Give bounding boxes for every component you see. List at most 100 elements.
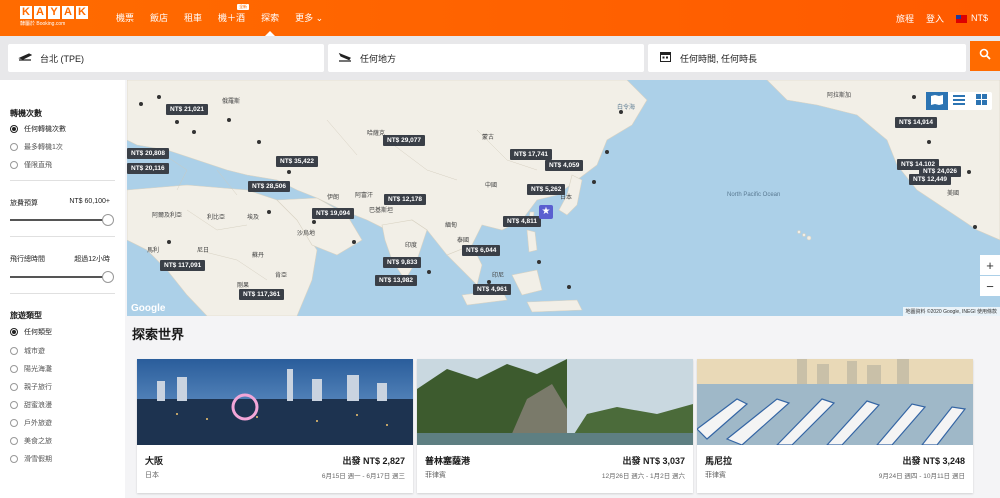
price-pin[interactable]: NT$ 28,506 [248, 181, 290, 192]
map-label: 阿富汗 [355, 193, 374, 199]
destination-dot[interactable] [592, 180, 596, 184]
destination-dot[interactable] [927, 140, 931, 144]
destination-dot[interactable] [287, 170, 291, 174]
map-label: 中國 [485, 183, 498, 189]
type-option-outdoor[interactable]: 戶外旅遊 [10, 418, 52, 428]
destination-dot[interactable] [912, 95, 916, 99]
destination-card-puerto-princesa[interactable]: 普林塞薩港 菲律賓 出發 NT$ 3,037 12月26日 週六 - 1月2日 … [417, 359, 693, 493]
currency-label: NT$ [970, 13, 988, 23]
price-pin[interactable]: NT$ 12,449 [909, 174, 951, 185]
destination-dot[interactable] [139, 102, 143, 106]
type-option-family[interactable]: 親子旅行 [10, 382, 52, 392]
map-view-icon [931, 92, 943, 110]
destination-dot[interactable] [567, 285, 571, 289]
destination-dot[interactable] [192, 130, 196, 134]
destination-dot[interactable] [605, 150, 609, 154]
map-view-button[interactable] [926, 92, 948, 110]
stops-option-one[interactable]: 最多轉機1次 [10, 142, 63, 152]
price-pin[interactable]: NT$ 9,833 [383, 257, 422, 268]
destination-card-manila[interactable]: 馬尼拉 菲律賓 出發 NT$ 3,248 9月24日 週四 - 10月11日 週… [697, 359, 973, 493]
destination-dot[interactable] [619, 110, 623, 114]
price-pin[interactable]: NT$ 19,094 [312, 208, 354, 219]
zoom-in-icon: + [986, 257, 994, 273]
map-label: 巴基斯坦 [369, 208, 394, 214]
price-pin[interactable]: NT$ 5,262 [527, 184, 566, 195]
search-button[interactable] [970, 41, 1000, 71]
type-option-ski[interactable]: 滑雪假期 [10, 454, 52, 464]
zoom-in-button[interactable]: + [980, 255, 1000, 275]
nav-hotels[interactable]: 飯店 [142, 0, 176, 36]
price-pin[interactable]: NT$ 12,178 [384, 194, 426, 205]
type-option-food[interactable]: 美食之旅 [10, 436, 52, 446]
destination-dot[interactable] [257, 140, 261, 144]
map-label: 肯亞 [275, 273, 288, 279]
destination-dot[interactable] [175, 120, 179, 124]
destination-dot[interactable] [227, 118, 231, 122]
list-view-button[interactable] [948, 92, 970, 110]
trips-link[interactable]: 旅程 [896, 12, 914, 25]
radio-label: 最多轉機1次 [24, 144, 63, 151]
logo-letters: K A Y A K [20, 6, 90, 19]
destination-dot[interactable] [537, 260, 541, 264]
stops-option-any[interactable]: 任何轉機次數 [10, 124, 66, 134]
price-pin[interactable]: NT$ 35,422 [276, 156, 318, 167]
zoom-out-button[interactable]: − [980, 276, 1000, 296]
calendar-icon [658, 51, 672, 65]
destination-dot[interactable] [312, 220, 316, 224]
type-option-romance[interactable]: 甜蜜浪漫 [10, 400, 52, 410]
explore-map[interactable]: 俄羅斯 哈薩克 蒙古 中國 阿富汗 伊朗 巴基斯坦 印度 沙烏地 阿爾及利亞 利… [127, 80, 1000, 316]
card-image [137, 359, 413, 445]
logo-letter: K [76, 6, 88, 19]
dates-field[interactable]: 任何時間, 任何時長 [648, 44, 966, 72]
duration-row: 飛行總時間 超過12小時 [10, 254, 110, 264]
price-pin[interactable]: NT$ 17,741 [510, 149, 552, 160]
price-pin[interactable]: NT$ 20,808 [127, 148, 169, 159]
nav-explore[interactable]: 探索 [253, 0, 287, 36]
price-pin[interactable]: NT$ 117,361 [239, 289, 285, 300]
price-pin[interactable]: NT$ 4,961 [473, 284, 512, 295]
divider [10, 236, 115, 237]
destination-dot[interactable] [967, 170, 971, 174]
price-pin[interactable]: NT$ 29,077 [383, 135, 425, 146]
nav-cars[interactable]: 租車 [176, 0, 210, 36]
price-pin[interactable]: NT$ 117,091 [160, 260, 206, 271]
destination-field[interactable]: 任何地方 [328, 44, 644, 72]
currency-selector[interactable]: NT$ [955, 13, 988, 23]
map-label: 蘇丹 [252, 253, 265, 259]
type-option-city[interactable]: 城市遊 [10, 346, 45, 356]
grid-view-button[interactable] [970, 92, 992, 110]
destination-dot[interactable] [267, 210, 271, 214]
logo-letter: K [20, 6, 32, 19]
price-pin[interactable]: NT$ 6,044 [462, 245, 501, 256]
origin-field[interactable]: 台北 (TPE) [8, 44, 324, 72]
destination-dot[interactable] [427, 270, 431, 274]
destination-dot[interactable] [352, 240, 356, 244]
stops-option-direct[interactable]: 僅限直飛 [10, 160, 52, 170]
price-pin[interactable]: NT$ 20,116 [127, 163, 169, 174]
duration-value: 超過12小時 [74, 256, 110, 263]
destination-dot[interactable] [157, 95, 161, 99]
radio-label: 城市遊 [24, 348, 45, 355]
price-pin[interactable]: NT$ 13,982 [375, 275, 417, 286]
nav-flights[interactable]: 機票 [108, 0, 142, 36]
map-attribution[interactable]: 地圖資料 ©2020 Google, INEGI 使用條款 [902, 307, 1000, 316]
destination-dot[interactable] [167, 240, 171, 244]
login-link[interactable]: 登入 [926, 12, 944, 25]
destination-dot[interactable] [973, 225, 977, 229]
kayak-logo[interactable]: K A Y A K 隸屬於 Booking.com [20, 6, 90, 27]
duration-slider-handle[interactable] [102, 271, 114, 283]
list-view-icon [953, 92, 965, 110]
nav-packages[interactable]: 機＋酒 全新 [210, 0, 253, 36]
destination-card-osaka[interactable]: 大阪 日本 出發 NT$ 2,827 6月15日 週一 - 6月17日 週三 [137, 359, 413, 493]
budget-slider[interactable] [10, 214, 114, 226]
price-pin[interactable]: NT$ 21,021 [166, 104, 208, 115]
star-icon[interactable]: ★ [539, 205, 553, 219]
price-pin[interactable]: NT$ 4,811 [503, 216, 541, 227]
type-option-any[interactable]: 任何類型 [10, 327, 52, 337]
price-pin[interactable]: NT$ 14,914 [895, 117, 937, 128]
type-option-beach[interactable]: 陽光海灘 [10, 364, 52, 374]
duration-slider[interactable] [10, 271, 114, 283]
price-pin[interactable]: NT$ 4,059 [545, 160, 584, 171]
budget-slider-handle[interactable] [102, 214, 114, 226]
nav-more[interactable]: 更多 ⌄ [287, 0, 331, 36]
